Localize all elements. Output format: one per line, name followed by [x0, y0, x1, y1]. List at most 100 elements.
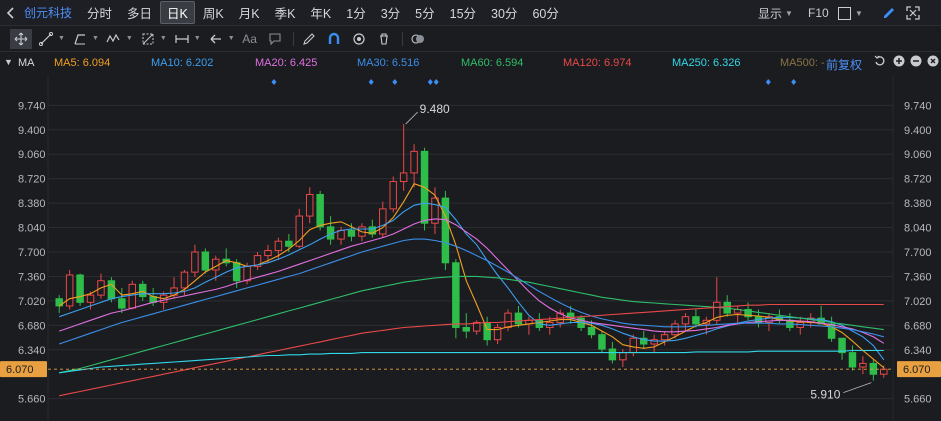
stock-name[interactable]: 创元科技	[24, 4, 72, 21]
candle-body[interactable]	[462, 326, 471, 332]
candle-body[interactable]	[389, 181, 397, 210]
candle-body[interactable]	[399, 172, 408, 183]
candle-body[interactable]	[838, 337, 846, 354]
y-tick-label-right: 6.680	[904, 320, 932, 332]
layout-select[interactable]: ▼	[838, 0, 863, 26]
candle-body[interactable]	[587, 326, 596, 336]
wave-tool-icon[interactable]	[103, 29, 125, 49]
candle-body[interactable]	[201, 251, 210, 271]
y-tick-label-left: 5.660	[18, 394, 46, 406]
y-tick-label-left: 6.680	[18, 320, 46, 332]
polyline-tool-icon[interactable]	[69, 29, 91, 49]
candle-body[interactable]	[274, 240, 283, 252]
candle-body[interactable]	[138, 283, 147, 298]
tab-period[interactable]: 年K	[303, 1, 338, 24]
y-tick-label-left: 7.360	[18, 271, 46, 283]
candle-body[interactable]	[379, 208, 387, 235]
candle-body[interactable]	[671, 323, 679, 336]
adjust-select[interactable]: 前复权	[826, 56, 862, 73]
max-price-label: 9.480	[420, 102, 450, 116]
chevron-down-icon: ▼	[855, 8, 863, 18]
candle-body[interactable]	[848, 352, 857, 368]
tab-period[interactable]: 15分	[443, 1, 483, 24]
chevron-down-icon[interactable]: ▼	[160, 35, 167, 42]
candle-body[interactable]	[608, 348, 617, 361]
display-menu[interactable]: 显示 ▼	[758, 0, 793, 26]
candle-body[interactable]	[660, 334, 669, 341]
candle-body[interactable]	[619, 352, 627, 361]
candle-body[interactable]	[347, 229, 356, 237]
trash-icon[interactable]	[373, 29, 395, 49]
kline-chart[interactable]: 9.740 9.740 9.400 9.400 9.060 9.060 8.720 8.720…	[0, 76, 941, 421]
add-icon[interactable]	[893, 55, 905, 70]
chevron-down-icon[interactable]: ▼	[92, 35, 99, 42]
candle-body[interactable]	[514, 312, 523, 325]
draw-pen-icon[interactable]	[882, 0, 896, 26]
chevron-down-icon[interactable]: ▼	[228, 35, 235, 42]
f10-button[interactable]: F10	[808, 0, 829, 26]
candle-body[interactable]	[316, 193, 324, 228]
indicator-name[interactable]: MA	[18, 57, 35, 69]
tab-period[interactable]: 3分	[374, 1, 407, 24]
chevron-down-icon[interactable]: ▼	[58, 35, 65, 42]
move-icon[interactable]	[10, 28, 32, 49]
tab-period[interactable]: 季K	[268, 1, 303, 24]
candle-body[interactable]	[681, 316, 690, 325]
candle-body[interactable]	[285, 240, 293, 247]
tab-period[interactable]: 30分	[484, 1, 524, 24]
chevron-down-icon[interactable]: ▼	[126, 35, 133, 42]
candle-body[interactable]	[598, 334, 606, 350]
expand-icon[interactable]	[906, 0, 920, 26]
candle-body[interactable]	[880, 368, 888, 375]
arrow-tool-icon[interactable]	[205, 29, 227, 49]
eye-icon[interactable]	[348, 29, 370, 49]
candle-body[interactable]	[128, 283, 137, 309]
text-tool-icon[interactable]: Aa	[239, 29, 261, 49]
display-label[interactable]: 显示	[758, 5, 782, 22]
chevron-down-icon[interactable]: ▼	[194, 35, 201, 42]
candle-body[interactable]	[692, 316, 700, 325]
magnet-icon[interactable]	[323, 29, 345, 49]
close-icon[interactable]	[927, 55, 939, 70]
candle-body[interactable]	[452, 262, 460, 328]
tab-period[interactable]: 分时	[80, 1, 119, 24]
line-tool-icon[interactable]	[35, 29, 57, 49]
tab-period[interactable]: 月K	[232, 1, 267, 24]
fib-tool-icon[interactable]	[137, 29, 159, 49]
candle-body[interactable]	[305, 193, 314, 217]
tab-period[interactable]: 60分	[525, 1, 565, 24]
candle-body[interactable]	[410, 150, 418, 174]
candle-body[interactable]	[232, 262, 241, 282]
candle-body[interactable]	[76, 274, 84, 303]
candle-body[interactable]	[264, 250, 272, 257]
tab-period[interactable]: 周K	[196, 1, 231, 24]
comment-icon[interactable]	[264, 29, 286, 49]
candle-body[interactable]	[118, 298, 126, 309]
collapse-icon[interactable]: ▼	[4, 57, 13, 67]
back-icon[interactable]	[4, 6, 18, 20]
minus-icon[interactable]	[910, 55, 922, 70]
range-tool-icon[interactable]	[171, 29, 193, 49]
candle-body[interactable]	[86, 294, 95, 303]
toggle-icon[interactable]	[407, 29, 429, 49]
candle-body[interactable]	[191, 251, 199, 273]
ma-item: MA120: 6.974	[563, 57, 632, 69]
f10-label[interactable]: F10	[808, 6, 829, 20]
candle-body[interactable]	[243, 265, 251, 282]
toolbar-divider	[401, 31, 403, 46]
candle-body[interactable]	[629, 337, 638, 354]
y-tick-label-left: 8.040	[18, 223, 46, 235]
reset-icon[interactable]	[874, 55, 886, 70]
candle-body[interactable]	[180, 271, 189, 289]
candle-body[interactable]	[107, 280, 116, 300]
candle-body[interactable]	[859, 362, 867, 368]
y-tick-label-left: 7.020	[18, 296, 46, 308]
pen-icon[interactable]	[298, 29, 320, 49]
candle-body[interactable]	[504, 312, 512, 328]
tab-period[interactable]: 日K	[160, 1, 195, 24]
candle-body[interactable]	[65, 274, 74, 307]
tab-period[interactable]: 多日	[120, 1, 159, 24]
y-tick-label-right: 8.040	[904, 223, 932, 235]
tab-period[interactable]: 5分	[408, 1, 441, 24]
tab-period[interactable]: 1分	[339, 1, 372, 24]
